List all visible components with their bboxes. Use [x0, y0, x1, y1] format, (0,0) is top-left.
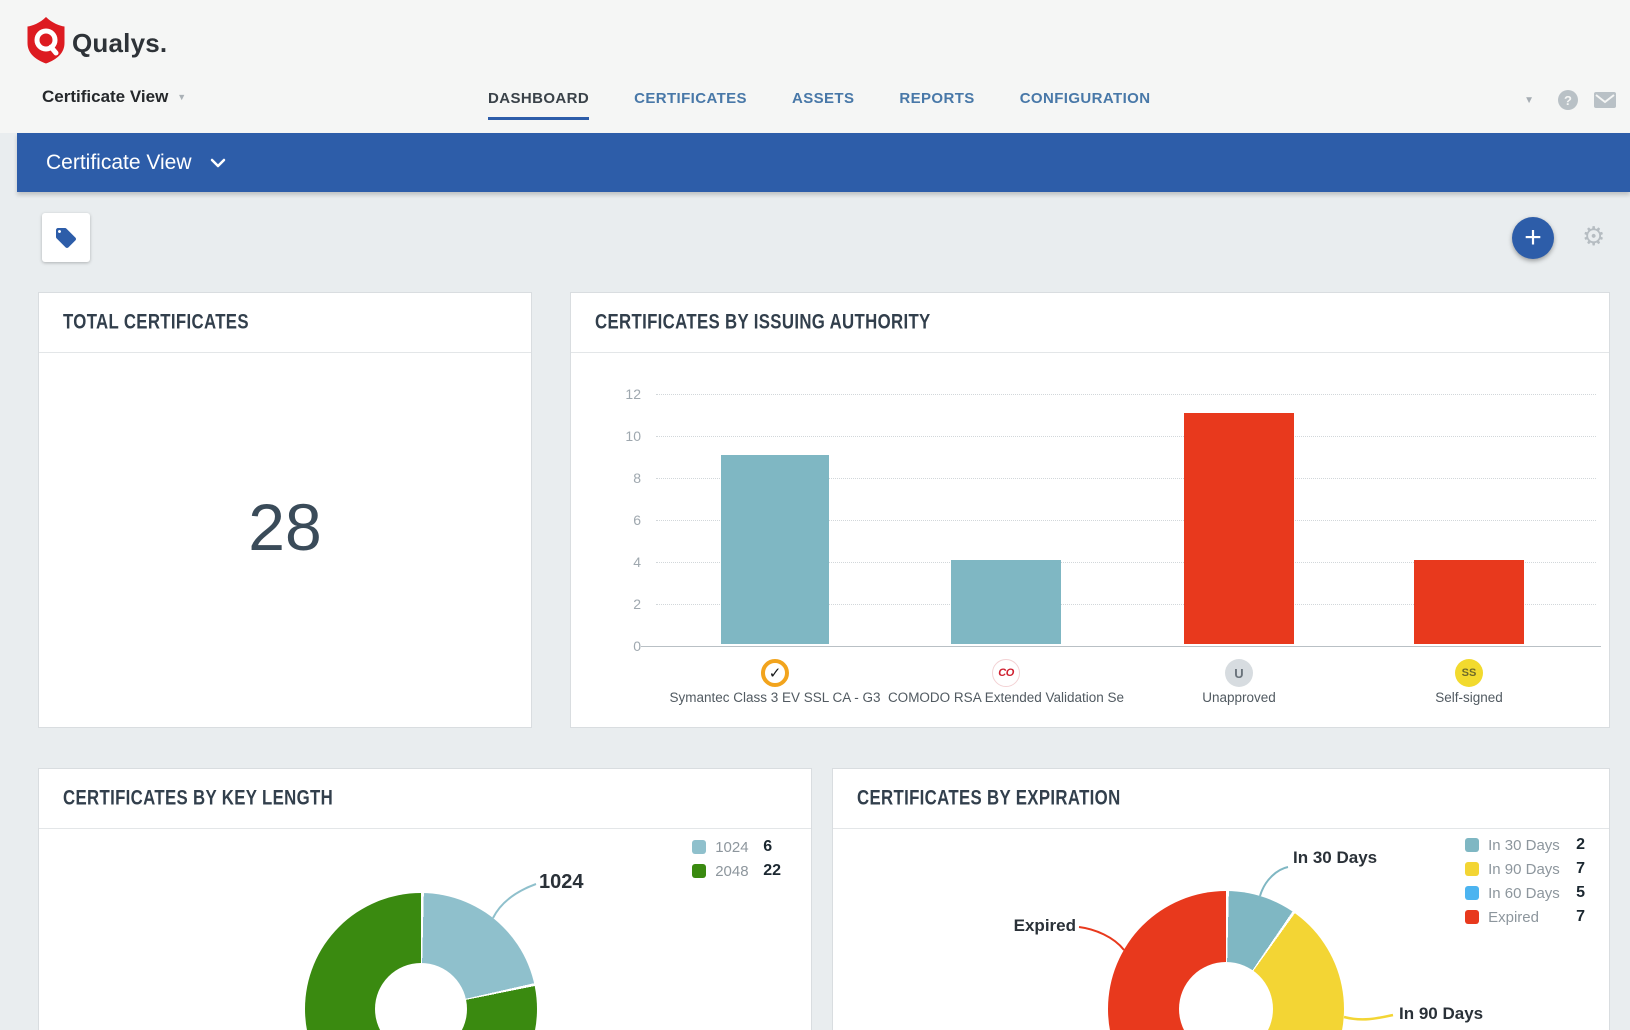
legend-label: 2048 [715, 863, 755, 880]
legend-label: In 60 Days [1488, 885, 1568, 902]
app-switcher-label: Certificate View [42, 87, 168, 107]
chevron-down-icon [210, 158, 226, 168]
symantec-check-icon: ✓ [761, 659, 789, 687]
legend-swatch-in-60-days [1465, 886, 1479, 900]
card-header: TOTAL CERTIFICATES [39, 293, 531, 353]
add-widget-button[interactable]: + [1512, 217, 1554, 259]
x-label-unapproved: Unapproved [1202, 690, 1276, 705]
tab-assets[interactable]: ASSETS [792, 90, 854, 107]
x-axis-line [641, 646, 1601, 647]
y-tick: 6 [599, 512, 641, 528]
bar-comodo[interactable] [951, 560, 1061, 644]
bar-symantec[interactable] [721, 455, 829, 644]
card-certificates-by-issuing-authority: CERTIFICATES BY ISSUING AUTHORITY 12 10 … [570, 292, 1610, 728]
legend-value: 6 [763, 838, 772, 856]
legend-label: In 90 Days [1488, 861, 1568, 878]
bar-self-signed[interactable] [1414, 560, 1524, 644]
legend: In 30 Days 2 In 90 Days 7 In 60 Days 5 E… [1465, 833, 1585, 929]
card-certificates-by-expiration: CERTIFICATES BY EXPIRATION In 30 Days 2 … [832, 768, 1610, 1030]
legend-value: 7 [1576, 860, 1585, 878]
legend-swatch-expired [1465, 910, 1479, 924]
unapproved-icon: U [1225, 659, 1253, 687]
x-label-self-signed: Self-signed [1435, 690, 1503, 705]
caret-down-icon: ▼ [177, 92, 186, 102]
brand-name: Qualys. [72, 28, 167, 59]
card-header: CERTIFICATES BY KEY LENGTH [39, 769, 811, 829]
legend-row: In 90 Days 7 [1465, 857, 1585, 881]
callout-in-90-days: In 90 Days [1399, 1004, 1483, 1024]
gear-icon[interactable]: ⚙ [1582, 222, 1605, 252]
key-length-donut-chart[interactable] [305, 893, 537, 1030]
legend-row: Expired 7 [1465, 905, 1585, 929]
legend-value: 5 [1576, 884, 1585, 902]
card-certificates-by-key-length: CERTIFICATES BY KEY LENGTH 1024 6 2048 2… [38, 768, 812, 1030]
callout-in-30-days: In 30 Days [1293, 848, 1377, 868]
top-header: Qualys. Certificate View ▼ DASHBOARD CER… [0, 0, 1630, 133]
y-tick: 0 [599, 638, 641, 654]
card-header: CERTIFICATES BY ISSUING AUTHORITY [571, 293, 1609, 353]
tab-dashboard[interactable]: DASHBOARD [488, 90, 589, 107]
help-icon[interactable]: ? [1558, 90, 1578, 110]
legend-row: In 30 Days 2 [1465, 833, 1585, 857]
x-label-comodo: COMODO RSA Extended Validation Se [888, 690, 1124, 705]
bar-unapproved[interactable] [1184, 413, 1294, 644]
legend-swatch-1024 [692, 840, 706, 854]
legend: 1024 6 2048 22 [692, 835, 781, 883]
caret-down-icon[interactable]: ▼ [1524, 95, 1534, 106]
card-title: CERTIFICATES BY KEY LENGTH [63, 786, 333, 810]
grid-line [656, 436, 1596, 437]
context-bar-dropdown[interactable]: Certificate View [17, 133, 1630, 192]
tag-icon [54, 226, 78, 250]
legend-label: Expired [1488, 909, 1568, 926]
card-title: CERTIFICATES BY EXPIRATION [857, 786, 1121, 810]
comodo-icon: CO [992, 659, 1020, 687]
card-total-certificates: TOTAL CERTIFICATES 28 [38, 292, 532, 728]
grid-line [656, 394, 1596, 395]
qualys-logo-icon [26, 16, 66, 64]
legend-swatch-2048 [692, 864, 706, 878]
callout-expired: Expired [993, 916, 1076, 936]
tab-configuration[interactable]: CONFIGURATION [1020, 90, 1151, 107]
card-title: TOTAL CERTIFICATES [63, 310, 249, 334]
self-signed-icon: SS [1455, 659, 1483, 687]
card-header: CERTIFICATES BY EXPIRATION [833, 769, 1609, 829]
y-tick: 12 [599, 386, 641, 402]
y-tick: 2 [599, 596, 641, 612]
tab-certificates[interactable]: CERTIFICATES [634, 90, 747, 107]
total-certificates-value: 28 [39, 489, 531, 565]
legend-value: 7 [1576, 908, 1585, 926]
y-tick: 10 [599, 428, 641, 444]
legend-value: 2 [1576, 836, 1585, 854]
legend-swatch-in-90-days [1465, 862, 1479, 876]
tab-reports[interactable]: REPORTS [899, 90, 974, 107]
callout-1024: 1024 [539, 871, 584, 894]
x-label-symantec: Symantec Class 3 EV SSL CA - G3 [669, 690, 880, 705]
legend-label: In 30 Days [1488, 837, 1568, 854]
legend-label: 1024 [715, 839, 755, 856]
legend-row: 2048 22 [692, 859, 781, 883]
legend-value: 22 [763, 862, 781, 880]
mail-icon[interactable] [1594, 92, 1616, 108]
tag-filter-button[interactable] [42, 213, 90, 262]
card-title: CERTIFICATES BY ISSUING AUTHORITY [595, 310, 931, 334]
expiration-donut-chart[interactable] [1108, 891, 1344, 1030]
y-tick: 8 [599, 470, 641, 486]
main-nav: DASHBOARD CERTIFICATES ASSETS REPORTS CO… [488, 90, 1150, 107]
legend-row: 1024 6 [692, 835, 781, 859]
header-icons: ▼ ? [1524, 90, 1616, 110]
legend-swatch-in-30-days [1465, 838, 1479, 852]
app-switcher[interactable]: Certificate View ▼ [42, 87, 186, 107]
legend-row: In 60 Days 5 [1465, 881, 1585, 905]
context-bar-title: Certificate View [46, 151, 192, 175]
y-tick: 4 [599, 554, 641, 570]
